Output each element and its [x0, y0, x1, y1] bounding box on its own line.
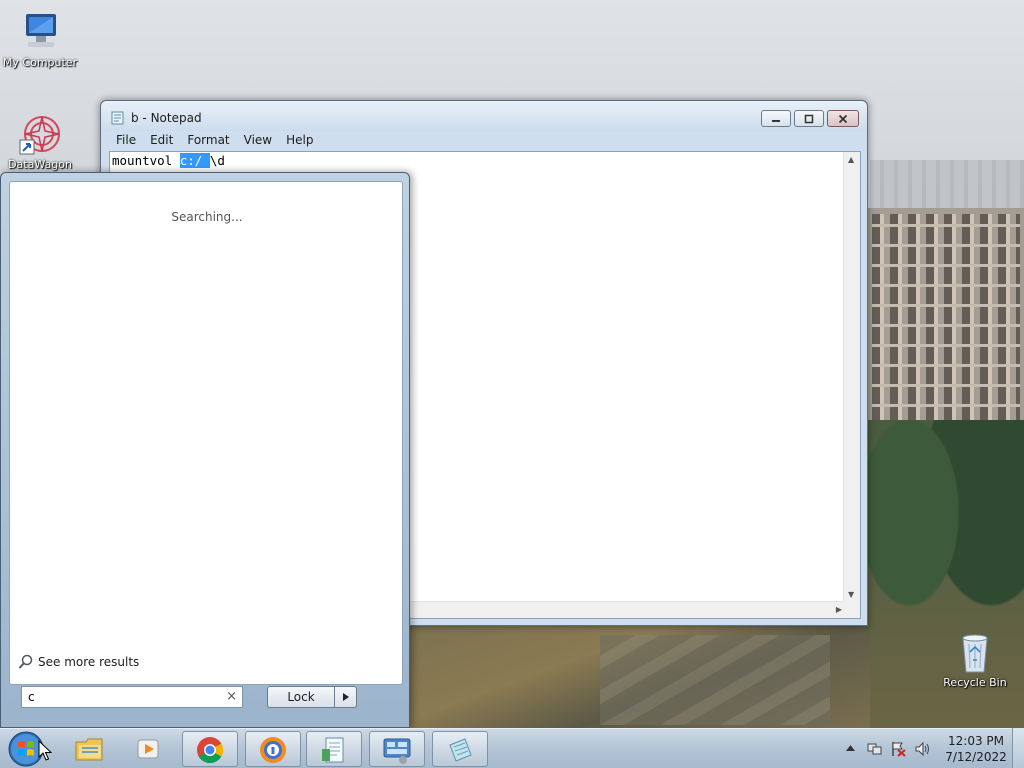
- desktop-icon-my-computer[interactable]: My Computer: [0, 10, 80, 69]
- shutdown-options-button[interactable]: [334, 686, 357, 708]
- desktop-icon-label: Recycle Bin: [943, 676, 1007, 689]
- computer-icon: [26, 14, 56, 47]
- menu-bar: File Edit Format View Help: [109, 131, 859, 151]
- action-center-icon[interactable]: [890, 741, 906, 757]
- close-button[interactable]: [827, 110, 859, 127]
- wallpaper-distant-building: [870, 160, 1024, 215]
- taskbar-explorer[interactable]: [62, 731, 118, 767]
- menu-view[interactable]: View: [237, 131, 279, 151]
- notepad-icon: [449, 738, 472, 762]
- clock-time: 12:03 PM: [948, 734, 1004, 748]
- system-tray: 12:03 PM 7/12/2022: [843, 729, 1013, 768]
- scroll-right-icon[interactable]: ▶: [836, 605, 842, 614]
- vertical-scrollbar[interactable]: ▲ ▼: [843, 152, 860, 602]
- maximize-icon: [804, 114, 814, 124]
- wallpaper-ground: [410, 625, 870, 728]
- menu-edit[interactable]: Edit: [143, 131, 180, 151]
- chrome-icon: [197, 737, 224, 764]
- search-icon: [18, 654, 33, 669]
- desktop-icon-recycle-bin[interactable]: Recycle Bin: [935, 630, 1015, 689]
- see-more-results-link[interactable]: See more results: [18, 654, 139, 670]
- taskbar-chrome[interactable]: [182, 731, 238, 767]
- maximize-button[interactable]: [794, 110, 824, 127]
- taskbar-notepad[interactable]: [432, 731, 488, 767]
- desktop-icon-datawagon[interactable]: DataWagon: [0, 112, 80, 171]
- clear-search-icon[interactable]: ×: [226, 689, 237, 704]
- show-hidden-icons-icon[interactable]: [846, 744, 855, 751]
- mouse-cursor-icon: [38, 740, 52, 761]
- wallpaper-building: [868, 208, 1024, 448]
- show-desktop-button[interactable]: [1012, 728, 1024, 768]
- minimize-button[interactable]: [761, 110, 791, 127]
- minimize-icon: [772, 120, 780, 122]
- arrow-right-icon: [342, 693, 349, 701]
- notepad-titlebar[interactable]: b - Notepad: [101, 101, 867, 131]
- clock[interactable]: 12:03 PM 7/12/2022: [943, 733, 1009, 765]
- browser-icon: [260, 737, 286, 763]
- resize-grip[interactable]: [843, 601, 860, 618]
- start-menu: Searching... See more results: [0, 172, 410, 728]
- scroll-up-icon[interactable]: ▲: [848, 155, 854, 164]
- taskbar-media-player[interactable]: [121, 731, 177, 767]
- window-title: b - Notepad: [131, 111, 202, 125]
- text-plain-after: \d: [209, 153, 225, 168]
- taskbar: 12:03 PM 7/12/2022: [0, 728, 1024, 768]
- text-selection: c:/: [179, 153, 210, 168]
- taskbar-wordpad[interactable]: [306, 731, 362, 767]
- menu-format[interactable]: Format: [180, 131, 236, 151]
- search-results-panel: Searching... See more results: [9, 181, 403, 685]
- control-panel-icon: [383, 738, 411, 764]
- desktop-icon-label: My Computer: [2, 56, 78, 69]
- recycle-bin-icon: [962, 634, 988, 673]
- clock-date: 7/12/2022: [945, 750, 1007, 764]
- network-icon[interactable]: [867, 741, 883, 757]
- text-plain: mountvol: [112, 153, 180, 168]
- lock-button[interactable]: Lock: [267, 686, 335, 708]
- datawagon-icon: [19, 116, 60, 155]
- document-icon: [322, 737, 344, 763]
- desktop-icon-label: DataWagon: [8, 158, 72, 171]
- menu-help[interactable]: Help: [279, 131, 320, 151]
- see-more-results-label: See more results: [38, 655, 140, 669]
- taskbar-control-panel[interactable]: [369, 731, 425, 767]
- start-search-input[interactable]: [22, 687, 218, 707]
- folder-icon: [75, 738, 103, 761]
- start-search-box[interactable]: ×: [21, 686, 243, 708]
- search-status: Searching...: [171, 210, 243, 224]
- notepad-icon: [111, 111, 124, 125]
- menu-file[interactable]: File: [109, 131, 143, 151]
- scroll-down-icon[interactable]: ▼: [848, 590, 854, 599]
- media-player-icon: [137, 739, 159, 759]
- close-icon: [838, 114, 848, 124]
- taskbar-browser[interactable]: [245, 731, 301, 767]
- volume-icon[interactable]: [915, 741, 931, 757]
- editor-text: mountvol c:/ \d: [112, 153, 225, 168]
